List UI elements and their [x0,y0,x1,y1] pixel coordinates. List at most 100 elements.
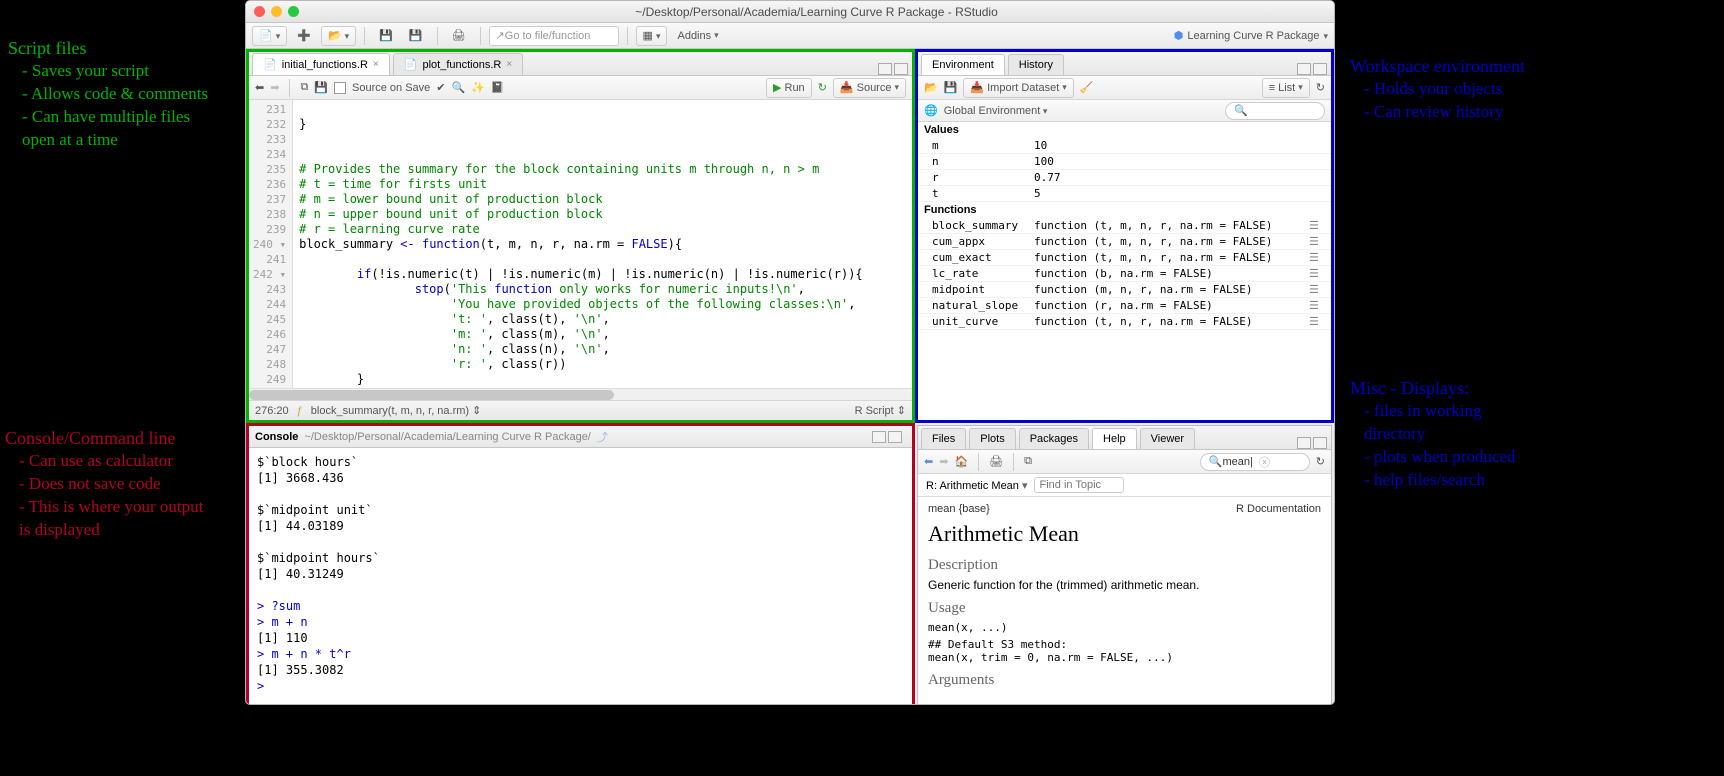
env-function-row[interactable]: block_summaryfunction (t, m, n, r, na.rm… [918,218,1331,234]
code-editor[interactable]: 231232233234235236237238239240 ▾241242 ▾… [249,100,912,388]
help-topic-row: R: Arithmetic Mean [918,474,1331,497]
spellcheck-icon[interactable]: ✔ [436,81,445,94]
back-icon[interactable]: ⬅ [924,455,933,468]
env-function-row[interactable]: midpointfunction (m, n, r, na.rm = FALSE… [918,282,1331,298]
env-list[interactable]: Values m10n100r0.77t5 Functions block_su… [918,122,1331,420]
rstudio-window: ~/Desktop/Personal/Academia/Learning Cur… [245,0,1335,705]
source-on-save-checkbox[interactable] [334,82,346,94]
env-search-input[interactable]: 🔍 [1225,102,1325,120]
save-icon[interactable]: 💾 [314,81,328,94]
function-nav[interactable]: block_summary(t, m, n, r, na.rm) ⇕ [311,404,482,417]
scope-selector[interactable]: Global Environment [944,105,1048,117]
open-file-button[interactable]: 📂 [321,26,356,46]
addins-menu[interactable]: Addins [671,26,724,46]
env-functions-body: block_summaryfunction (t, m, n, r, na.rm… [918,218,1331,330]
language-selector[interactable]: R Script ⇕ [855,404,906,417]
back-icon[interactable]: ⬅ [255,81,264,94]
close-tab-icon[interactable]: × [373,59,379,70]
help-doc-label: R Documentation [1236,503,1321,515]
env-function-row[interactable]: natural_slopefunction (r, na.rm = FALSE)… [918,298,1331,314]
refresh-icon[interactable]: ↻ [1316,455,1325,468]
tab-viewer[interactable]: Viewer [1140,428,1195,449]
maximize-pane-button[interactable] [894,63,908,75]
env-function-row[interactable]: lc_ratefunction (b, na.rm = FALSE)☰ [918,266,1331,282]
close-window-button[interactable] [254,6,265,17]
minimize-pane-button[interactable] [1297,63,1311,75]
clear-workspace-icon[interactable]: 🧹 [1080,81,1094,94]
tab-plot-functions[interactable]: 📄 plot_functions.R × [393,53,523,75]
help-usage2: ## Default S3 method: mean(x, trim = 0, … [928,638,1321,664]
wand-icon[interactable]: ✨ [471,81,485,94]
maximize-pane-button[interactable] [888,431,902,443]
help-args-header: Arguments [928,672,1321,689]
help-search-input[interactable]: 🔍 mean| ⓧ [1200,453,1310,471]
help-desc-header: Description [928,557,1321,574]
env-value-row[interactable]: n100 [918,154,1331,170]
topic-dropdown[interactable]: R: Arithmetic Mean [926,479,1028,492]
load-workspace-icon[interactable]: 📂 [924,81,938,94]
tab-initial-functions[interactable]: 📄 initial_functions.R × [252,53,390,75]
help-content[interactable]: mean {base}R Documentation Arithmetic Me… [918,497,1331,704]
editor-hscrollbar[interactable] [249,388,912,400]
tab-packages[interactable]: Packages [1019,428,1089,449]
env-value-row[interactable]: r0.77 [918,170,1331,186]
forward-icon[interactable]: ➡ [270,81,279,94]
save-all-button[interactable]: 💾 [403,26,429,46]
tab-help[interactable]: Help [1092,428,1137,449]
minimize-window-button[interactable] [271,6,282,17]
print-icon[interactable]: 🖨 [989,455,1003,468]
env-scope-row: 🌐 Global Environment 🔍 [918,100,1331,122]
env-value-row[interactable]: t5 [918,186,1331,202]
new-project-button[interactable]: ➕ [291,26,317,46]
annotation-env-body: - Holds your objects- Can review history [1350,78,1525,124]
run-button[interactable]: ▶ Run [766,78,812,98]
maximize-pane-button[interactable] [1313,63,1327,75]
console-title: Console [255,431,298,443]
env-function-row[interactable]: unit_curvefunction (t, n, r, na.rm = FAL… [918,314,1331,330]
env-value-row[interactable]: m10 [918,138,1331,154]
project-menu[interactable]: ⬢Learning Curve R Package [1174,29,1328,42]
source-pane: 📄 initial_functions.R × 📄 plot_functions… [248,51,913,421]
find-icon[interactable]: 🔍 [452,81,466,94]
import-dataset-button[interactable]: 📥 Import Dataset [963,78,1073,98]
maximize-pane-button[interactable] [1313,437,1327,449]
annotation-misc-body: - files in working directory- plots when… [1350,400,1516,492]
forward-icon[interactable]: ➡ [939,455,948,468]
minimize-pane-button[interactable] [1297,437,1311,449]
close-tab-icon[interactable]: × [506,59,512,70]
minimize-pane-button[interactable] [872,431,886,443]
save-workspace-icon[interactable]: 💾 [944,81,958,94]
new-file-button[interactable]: 📄 [252,26,287,46]
home-icon[interactable]: 🏠 [954,455,968,468]
zoom-window-button[interactable] [288,6,299,17]
env-toolbar: 📂 💾 📥 Import Dataset 🧹 ≡ List ↻ [918,76,1331,100]
tools-grid-button[interactable]: ▦ [636,26,668,46]
env-function-row[interactable]: cum_exactfunction (t, m, n, r, na.rm = F… [918,250,1331,266]
tab-files[interactable]: Files [921,428,966,449]
refresh-icon[interactable]: ↻ [1316,81,1325,94]
show-in-new-window-icon[interactable]: ⧉ [300,81,308,94]
goto-file-input[interactable]: ↗ Go to file/function [489,26,619,46]
save-button[interactable]: 💾 [373,26,399,46]
tab-history[interactable]: History [1008,54,1064,75]
line-gutter: 231232233234235236237238239240 ▾241242 ▾… [249,100,293,388]
source-menu-button[interactable]: 📥 Source [833,78,906,98]
view-mode-button[interactable]: ≡ List [1262,78,1310,98]
minimize-pane-button[interactable] [878,63,892,75]
code-body[interactable]: } # Provides the summary for the block c… [293,100,869,388]
help-title: Arithmetic Mean [928,521,1321,547]
tab-plots[interactable]: Plots [969,428,1015,449]
popout-icon[interactable]: ⧉ [1024,455,1032,468]
re-run-icon[interactable]: ↻ [818,81,827,94]
compile-report-icon[interactable]: 📓 [491,81,505,94]
environment-pane: Environment History 📂 💾 📥 Import Dataset… [917,51,1332,421]
env-function-row[interactable]: cum_appxfunction (t, m, n, r, na.rm = FA… [918,234,1331,250]
help-tabs: Files Plots Packages Help Viewer [918,426,1331,450]
annotation-console: Console/Command line - Can use as calcul… [5,426,203,542]
console-body[interactable]: $`block hours`[1] 3668.436 $`midpoint un… [249,448,912,704]
help-desc: Generic function for the (trimmed) arith… [928,578,1321,592]
console-popout-icon[interactable]: ⤴ [597,429,608,445]
tab-environment[interactable]: Environment [921,54,1005,75]
find-in-topic-input[interactable] [1034,477,1124,493]
print-button[interactable]: 🖨 [446,26,472,46]
